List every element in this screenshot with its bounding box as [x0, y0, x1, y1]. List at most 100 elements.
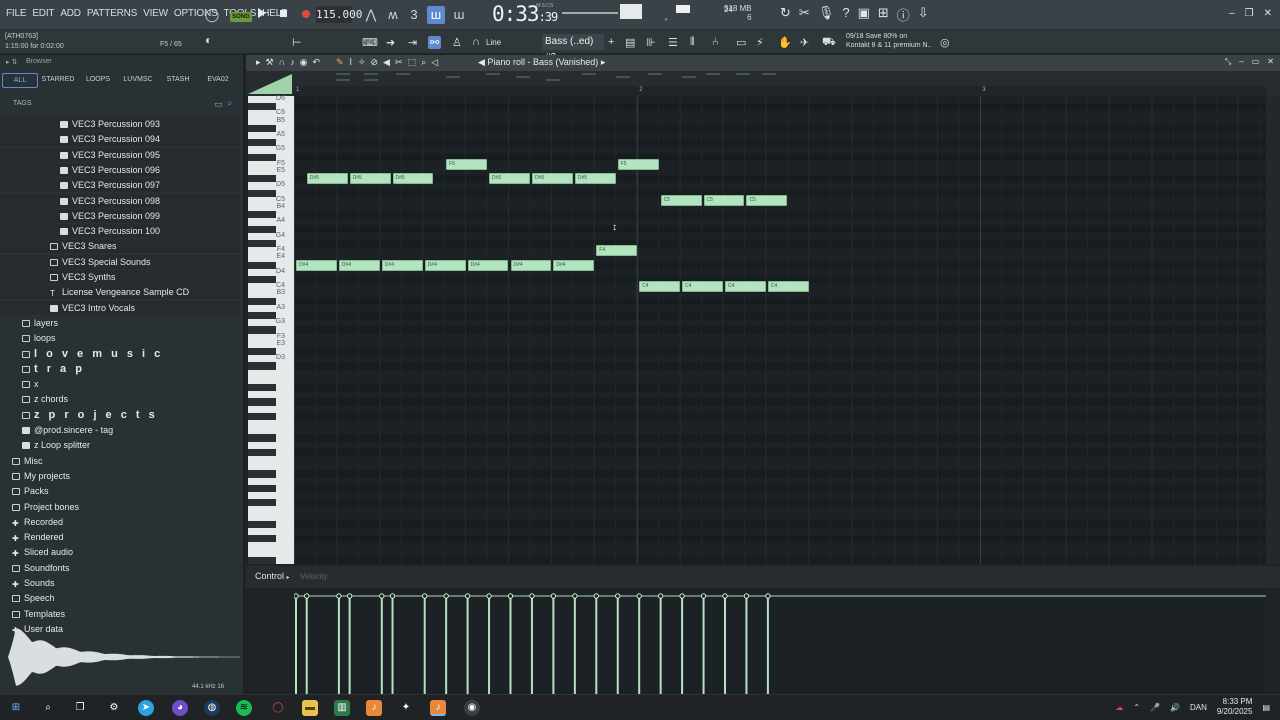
black-key[interactable]	[248, 484, 276, 492]
piano-roll-icon[interactable]: ⊪	[646, 36, 656, 49]
note-grid[interactable]: D#5 D#5 D#5 F5 D#5 D#5 D#5 F5 C5 C5 C5 D#4 D#4 D#4 D#4…	[294, 96, 1266, 564]
note[interactable]: C4	[767, 281, 809, 293]
line-tool-icon[interactable]: ⊢	[292, 36, 302, 49]
black-key[interactable]	[248, 297, 276, 305]
spotify-icon[interactable]: ≋	[236, 700, 252, 716]
note[interactable]: D#5	[349, 173, 391, 185]
stamp-tool-icon[interactable]: ◉	[300, 57, 308, 68]
black-key[interactable]	[248, 261, 276, 269]
black-key[interactable]	[248, 312, 276, 320]
restore-icon[interactable]: ❐	[1245, 8, 1254, 19]
browser-item[interactable]: T License Vengeance Sample CD	[0, 285, 240, 300]
loop-icon[interactable]: ✈	[800, 36, 809, 49]
browser-item[interactable]: VEC3 Percussion 100	[0, 224, 240, 239]
info-icon[interactable]: ⓘ	[897, 5, 910, 24]
typing-keyboard-icon[interactable]: ⌨	[362, 36, 378, 49]
brush-icon[interactable]: ⌇	[349, 57, 353, 68]
browser-tab-loops[interactable]: LOOPS	[78, 73, 118, 88]
arrow-right-icon[interactable]: ➜	[386, 36, 395, 49]
undo-icon[interactable]: ↶	[312, 57, 320, 68]
browser-item[interactable]: My projects	[0, 469, 240, 483]
black-key[interactable]	[248, 240, 276, 248]
step-edit-icon[interactable]: ш	[427, 6, 445, 24]
browser-tab-all[interactable]: ALL	[2, 73, 38, 88]
browser-menu-icon[interactable]: ▸ ⇅	[6, 58, 17, 66]
excel-icon[interactable]: ▥	[334, 700, 350, 716]
browser-tab-luvmsc[interactable]: LUVMSC	[118, 73, 158, 88]
browser-item[interactable]: loops	[0, 331, 240, 345]
black-key[interactable]	[248, 326, 276, 334]
velocity-handle[interactable]	[636, 593, 642, 599]
note[interactable]: D#4	[338, 259, 380, 271]
playlist-icon[interactable]: ▤	[625, 36, 635, 49]
velocity-handle[interactable]	[529, 593, 535, 599]
browser-item[interactable]: VEC3 Percussion 097	[0, 178, 240, 193]
news-panel[interactable]: 09/18 Save 80% on Kontakt 8 & 11 premium…	[846, 32, 931, 50]
file-explorer-icon[interactable]: ▬	[302, 700, 318, 716]
plugin-icon[interactable]: ⊞	[878, 5, 889, 24]
title-arrow-icon[interactable]: ▸	[598, 57, 606, 67]
browser-item[interactable]: VEC3 Synths	[0, 270, 240, 284]
note[interactable]: C5	[746, 194, 788, 206]
note-icon[interactable]: ♪	[290, 57, 295, 68]
browser-item[interactable]: z Loop splitter	[0, 438, 240, 452]
weather-icon[interactable]: ☁	[1115, 703, 1123, 712]
browser-item[interactable]: VEC3 Special Sounds	[0, 254, 240, 269]
metronome-icon[interactable]: ⋀	[362, 6, 380, 24]
note[interactable]: D#4	[296, 259, 337, 271]
zoom-icon[interactable]: ⌕	[421, 57, 426, 68]
browser-item[interactable]: @prod.sincere - tag	[0, 423, 240, 437]
browser-item[interactable]: VEC3 Percussion 098	[0, 193, 240, 208]
note[interactable]: D#5	[531, 173, 573, 185]
options-arrow-icon[interactable]: ▸	[256, 57, 261, 68]
velocity-handle[interactable]	[507, 593, 514, 599]
discord-icon[interactable]: ◕	[172, 700, 188, 716]
note[interactable]: F5	[617, 158, 659, 170]
task-view-icon[interactable]: ❐	[72, 700, 88, 716]
stop-button[interactable]	[280, 10, 287, 17]
velocity-handle[interactable]	[722, 593, 728, 599]
note[interactable]: D#5	[574, 173, 616, 185]
pr-minimize-icon[interactable]: –	[1239, 57, 1243, 67]
black-key[interactable]	[248, 211, 276, 219]
browser-item[interactable]: z p r o j e c t s	[0, 408, 240, 422]
browser-item[interactable]: l o v e m u s i c	[0, 347, 240, 361]
language-indicator[interactable]: DAN	[1190, 703, 1207, 712]
note[interactable]: C4	[682, 281, 723, 293]
black-key[interactable]	[248, 103, 276, 111]
browser-tab-stash[interactable]: STASH	[158, 73, 198, 88]
velocity-handle[interactable]	[679, 593, 685, 599]
microphone-icon[interactable]: 🎙	[818, 5, 835, 24]
browser-item[interactable]: Misc	[0, 454, 240, 468]
bar-ruler[interactable]	[294, 86, 1266, 96]
pr-maximize-icon[interactable]: ▭	[1252, 57, 1260, 67]
black-key[interactable]	[248, 434, 276, 442]
black-key[interactable]	[248, 384, 276, 392]
vertical-scrollbar[interactable]	[1266, 96, 1280, 564]
cut-icon[interactable]: ✂	[799, 5, 810, 24]
black-key[interactable]	[248, 470, 276, 478]
browser-item[interactable]: z chords	[0, 392, 240, 406]
magnet-snap-icon[interactable]: ∩	[279, 57, 285, 68]
wait-input-icon[interactable]: ʍ	[384, 6, 402, 24]
project-icon[interactable]: ▭	[736, 36, 746, 49]
velocity-handle[interactable]	[700, 593, 707, 599]
master-volume-slider[interactable]	[562, 12, 618, 14]
fl-studio-active-icon[interactable]: ♪	[430, 700, 446, 716]
browser-item[interactable]: ✚ Sliced audio	[0, 545, 240, 559]
steam-icon[interactable]: ◍	[204, 700, 220, 716]
black-key[interactable]	[248, 535, 276, 543]
black-key[interactable]	[248, 276, 276, 284]
note[interactable]: C4	[725, 281, 766, 293]
channel-rack-icon[interactable]: ☰	[668, 36, 678, 49]
browser-item[interactable]: VEC3 Percussion 093	[0, 117, 240, 131]
app-icon[interactable]: ✦	[398, 700, 414, 716]
velocity-handle[interactable]	[379, 593, 385, 599]
control-arrow-icon[interactable]: ▸	[287, 575, 290, 581]
velocity-lane[interactable]	[294, 588, 1266, 694]
microphone-tray-icon[interactable]: 🎤	[1150, 703, 1160, 712]
search-icon[interactable]: ⌕	[227, 98, 233, 109]
black-key[interactable]	[248, 412, 276, 420]
note[interactable]: C5	[703, 194, 745, 206]
pencil-icon[interactable]: ✎	[336, 57, 344, 68]
